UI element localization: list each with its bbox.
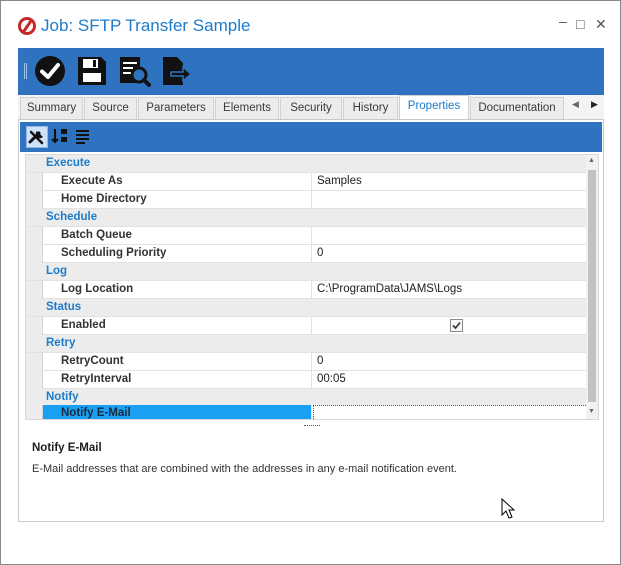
tab-parameters[interactable]: Parameters bbox=[138, 97, 214, 119]
checkmark-icon bbox=[35, 56, 65, 86]
property-grid-toolbar bbox=[20, 122, 602, 152]
save-button[interactable] bbox=[75, 54, 109, 88]
tab-history[interactable]: History bbox=[343, 97, 398, 119]
category-retry[interactable]: Retry bbox=[26, 335, 588, 353]
property-value[interactable]: C:\ProgramData\JAMS\Logs bbox=[317, 283, 462, 295]
help-splitter[interactable] bbox=[304, 425, 320, 427]
property-grid: Execute Execute As Samples Home Director… bbox=[25, 154, 599, 420]
tab-properties[interactable]: Properties bbox=[399, 95, 469, 120]
view-button[interactable] bbox=[117, 54, 151, 88]
category-schedule[interactable]: Schedule bbox=[26, 209, 588, 227]
close-button[interactable]: ✕ bbox=[595, 17, 607, 31]
property-row[interactable]: Enabled bbox=[26, 317, 588, 335]
help-description: E-Mail addresses that are combined with … bbox=[32, 463, 457, 475]
category-status[interactable]: Status bbox=[26, 299, 588, 317]
property-name: RetryCount bbox=[61, 355, 124, 367]
properties-panel: Execute Execute As Samples Home Director… bbox=[18, 119, 604, 522]
property-row[interactable]: Execute As Samples bbox=[26, 173, 588, 191]
maximize-button[interactable]: □ bbox=[576, 17, 584, 31]
category-log[interactable]: Log bbox=[26, 263, 588, 281]
property-name: Batch Queue bbox=[61, 229, 132, 241]
enabled-checkbox[interactable] bbox=[450, 319, 463, 332]
property-row[interactable]: RetryInterval 00:05 bbox=[26, 371, 588, 389]
property-name: Home Directory bbox=[61, 193, 147, 205]
property-row-selected[interactable]: Notify E-Mail bbox=[26, 405, 588, 419]
export-icon bbox=[163, 57, 193, 85]
checkmark-icon bbox=[452, 321, 461, 330]
scrollbar-thumb[interactable] bbox=[588, 170, 596, 402]
tab-security[interactable]: Security bbox=[280, 97, 342, 119]
tab-scroll-left-icon[interactable]: ◀ bbox=[572, 99, 579, 110]
notify-email-input[interactable] bbox=[313, 405, 588, 419]
report-search-icon bbox=[120, 57, 151, 87]
property-pages-icon bbox=[76, 130, 89, 144]
property-name: Log Location bbox=[61, 283, 134, 295]
mouse-cursor-icon bbox=[501, 497, 516, 523]
property-row[interactable]: Home Directory bbox=[26, 191, 588, 209]
property-name: Scheduling Priority bbox=[61, 247, 167, 259]
minimize-button[interactable]: – bbox=[559, 14, 567, 28]
tab-summary[interactable]: Summary bbox=[20, 97, 83, 119]
jams-logo-icon bbox=[18, 17, 36, 35]
submit-button[interactable] bbox=[33, 54, 67, 88]
property-value[interactable]: 00:05 bbox=[317, 373, 346, 385]
window-title: Job: SFTP Transfer Sample bbox=[41, 16, 251, 35]
property-value[interactable]: 0 bbox=[317, 355, 323, 367]
tab-documentation[interactable]: Documentation bbox=[470, 97, 564, 119]
property-value[interactable]: Samples bbox=[317, 175, 362, 187]
main-toolbar bbox=[18, 48, 604, 95]
property-row[interactable]: RetryCount 0 bbox=[26, 353, 588, 371]
scroll-down-icon[interactable]: ▼ bbox=[588, 408, 595, 415]
property-row[interactable]: Batch Queue bbox=[26, 227, 588, 245]
tab-source[interactable]: Source bbox=[84, 97, 137, 119]
property-row[interactable]: Scheduling Priority 0 bbox=[26, 245, 588, 263]
export-button[interactable] bbox=[159, 54, 193, 88]
property-grid-scrollbar[interactable]: ▲ ▼ bbox=[586, 155, 598, 419]
property-name: RetryInterval bbox=[61, 373, 132, 385]
property-name: Notify E-Mail bbox=[61, 407, 131, 419]
scroll-up-icon[interactable]: ▲ bbox=[588, 157, 595, 164]
job-window: Job: SFTP Transfer Sample – □ ✕ Summary … bbox=[0, 0, 621, 565]
help-title: Notify E-Mail bbox=[32, 442, 102, 454]
categorized-button[interactable] bbox=[26, 126, 48, 148]
category-execute[interactable]: Execute bbox=[26, 155, 588, 173]
tab-elements[interactable]: Elements bbox=[215, 97, 279, 119]
property-row[interactable]: Log Location C:\ProgramData\JAMS\Logs bbox=[26, 281, 588, 299]
property-name: Execute As bbox=[61, 175, 123, 187]
sort-alphabetical-button[interactable] bbox=[49, 126, 71, 148]
sort-alpha-icon bbox=[51, 129, 67, 144]
property-value[interactable]: 0 bbox=[317, 247, 323, 259]
title-bar: Job: SFTP Transfer Sample – □ ✕ bbox=[1, 1, 620, 49]
save-icon bbox=[78, 57, 106, 85]
toolbar-grip[interactable] bbox=[24, 63, 27, 79]
property-name: Enabled bbox=[61, 319, 106, 331]
categorized-icon bbox=[28, 130, 44, 145]
tab-strip: Summary Source Parameters Elements Secur… bbox=[18, 95, 604, 120]
property-pages-button[interactable] bbox=[72, 126, 94, 148]
tab-scroll-right-icon[interactable]: ▶ bbox=[591, 99, 598, 110]
